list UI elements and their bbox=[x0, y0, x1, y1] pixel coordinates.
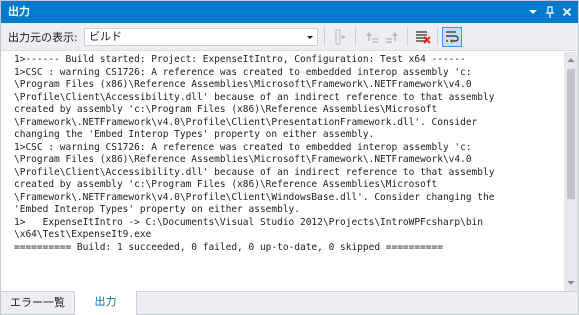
close-button[interactable] bbox=[559, 3, 575, 21]
output-source-dropdown[interactable]: ビルド bbox=[84, 28, 318, 46]
find-previous-button[interactable] bbox=[361, 27, 381, 47]
tab-output[interactable]: 出力 bbox=[74, 291, 137, 315]
vertical-scrollbar[interactable] bbox=[564, 52, 578, 291]
output-line: \Program Files (x86)\Reference Assemblie… bbox=[14, 79, 472, 90]
window-title: 出力 bbox=[8, 5, 30, 18]
go-to-line-icon bbox=[335, 29, 346, 45]
scroll-down-arrow-icon[interactable] bbox=[564, 276, 578, 290]
window-menu-button[interactable] bbox=[525, 3, 541, 21]
output-line: \Framework\.NETFramework\v4.0\Profile\Cl… bbox=[14, 116, 478, 128]
output-line: \Program Files (x86)\Reference Assemblie… bbox=[14, 154, 472, 165]
output-text-area[interactable]: 1>------ Build started: Project: Expense… bbox=[1, 52, 564, 291]
clear-all-icon bbox=[416, 31, 431, 44]
word-wrap-toggle[interactable] bbox=[442, 27, 462, 47]
output-line: \x64\Test\ExpenseIt9.exe bbox=[14, 229, 152, 240]
output-source-value: ビルド bbox=[89, 30, 122, 43]
output-line: created by assembly 'c:\Program Files (x… bbox=[14, 179, 438, 190]
output-line: 1>CSC : warning CS1726: A reference was … bbox=[14, 141, 472, 153]
output-line: 1>CSC : warning CS1726: A reference was … bbox=[14, 66, 472, 78]
output-line: 1>------ Build started: Project: Expense… bbox=[14, 54, 466, 65]
toolbar-separator bbox=[355, 28, 356, 46]
output-line: created by assembly 'c:\Program Files (x… bbox=[14, 104, 438, 115]
scroll-thumb[interactable] bbox=[567, 69, 575, 199]
output-line: ========== Build: 1 succeeded, 0 failed,… bbox=[14, 241, 443, 253]
output-source-label: 出力元の表示: bbox=[8, 31, 78, 44]
output-line: \Framework\.NETFramework\v4.0\Profile\Cl… bbox=[14, 191, 495, 203]
output-window: 出力 出力元の表示: ビルド 1>------ Build started: P… bbox=[0, 0, 579, 315]
toolbar-separator bbox=[437, 28, 438, 46]
scroll-up-arrow-icon[interactable] bbox=[564, 53, 578, 67]
word-wrap-icon bbox=[446, 31, 459, 43]
pin-button[interactable] bbox=[542, 3, 558, 21]
output-line: 'Embed Interop Types' property on either… bbox=[14, 204, 300, 215]
toolbar-separator bbox=[324, 28, 325, 46]
output-toolbar: 出力元の表示: ビルド bbox=[1, 23, 578, 51]
chevron-down-icon bbox=[529, 10, 537, 14]
toolbar-separator bbox=[407, 28, 408, 46]
find-previous-icon bbox=[366, 32, 378, 43]
tab-error-list[interactable]: エラー一覧 bbox=[1, 292, 74, 315]
pin-icon bbox=[546, 6, 554, 18]
output-line: changing the 'Embed Interop Types' prope… bbox=[14, 129, 375, 140]
output-line: \Profile\Client\Accessibility.dll' becau… bbox=[14, 166, 495, 178]
find-next-button[interactable] bbox=[383, 27, 403, 47]
dropdown-arrow-icon bbox=[307, 36, 313, 39]
title-bar[interactable]: 出力 bbox=[1, 1, 578, 23]
clear-all-button[interactable] bbox=[413, 27, 433, 47]
close-icon bbox=[562, 7, 572, 17]
find-next-icon bbox=[386, 32, 398, 43]
output-line: \Profile\Client\Accessibility.dll' becau… bbox=[14, 91, 495, 103]
output-line: 1> ExpenseItIntro -> C:\Documents\Visual… bbox=[14, 216, 483, 228]
go-to-line-button[interactable] bbox=[331, 27, 351, 47]
bottom-tab-strip: エラー一覧 出力 bbox=[1, 291, 578, 315]
